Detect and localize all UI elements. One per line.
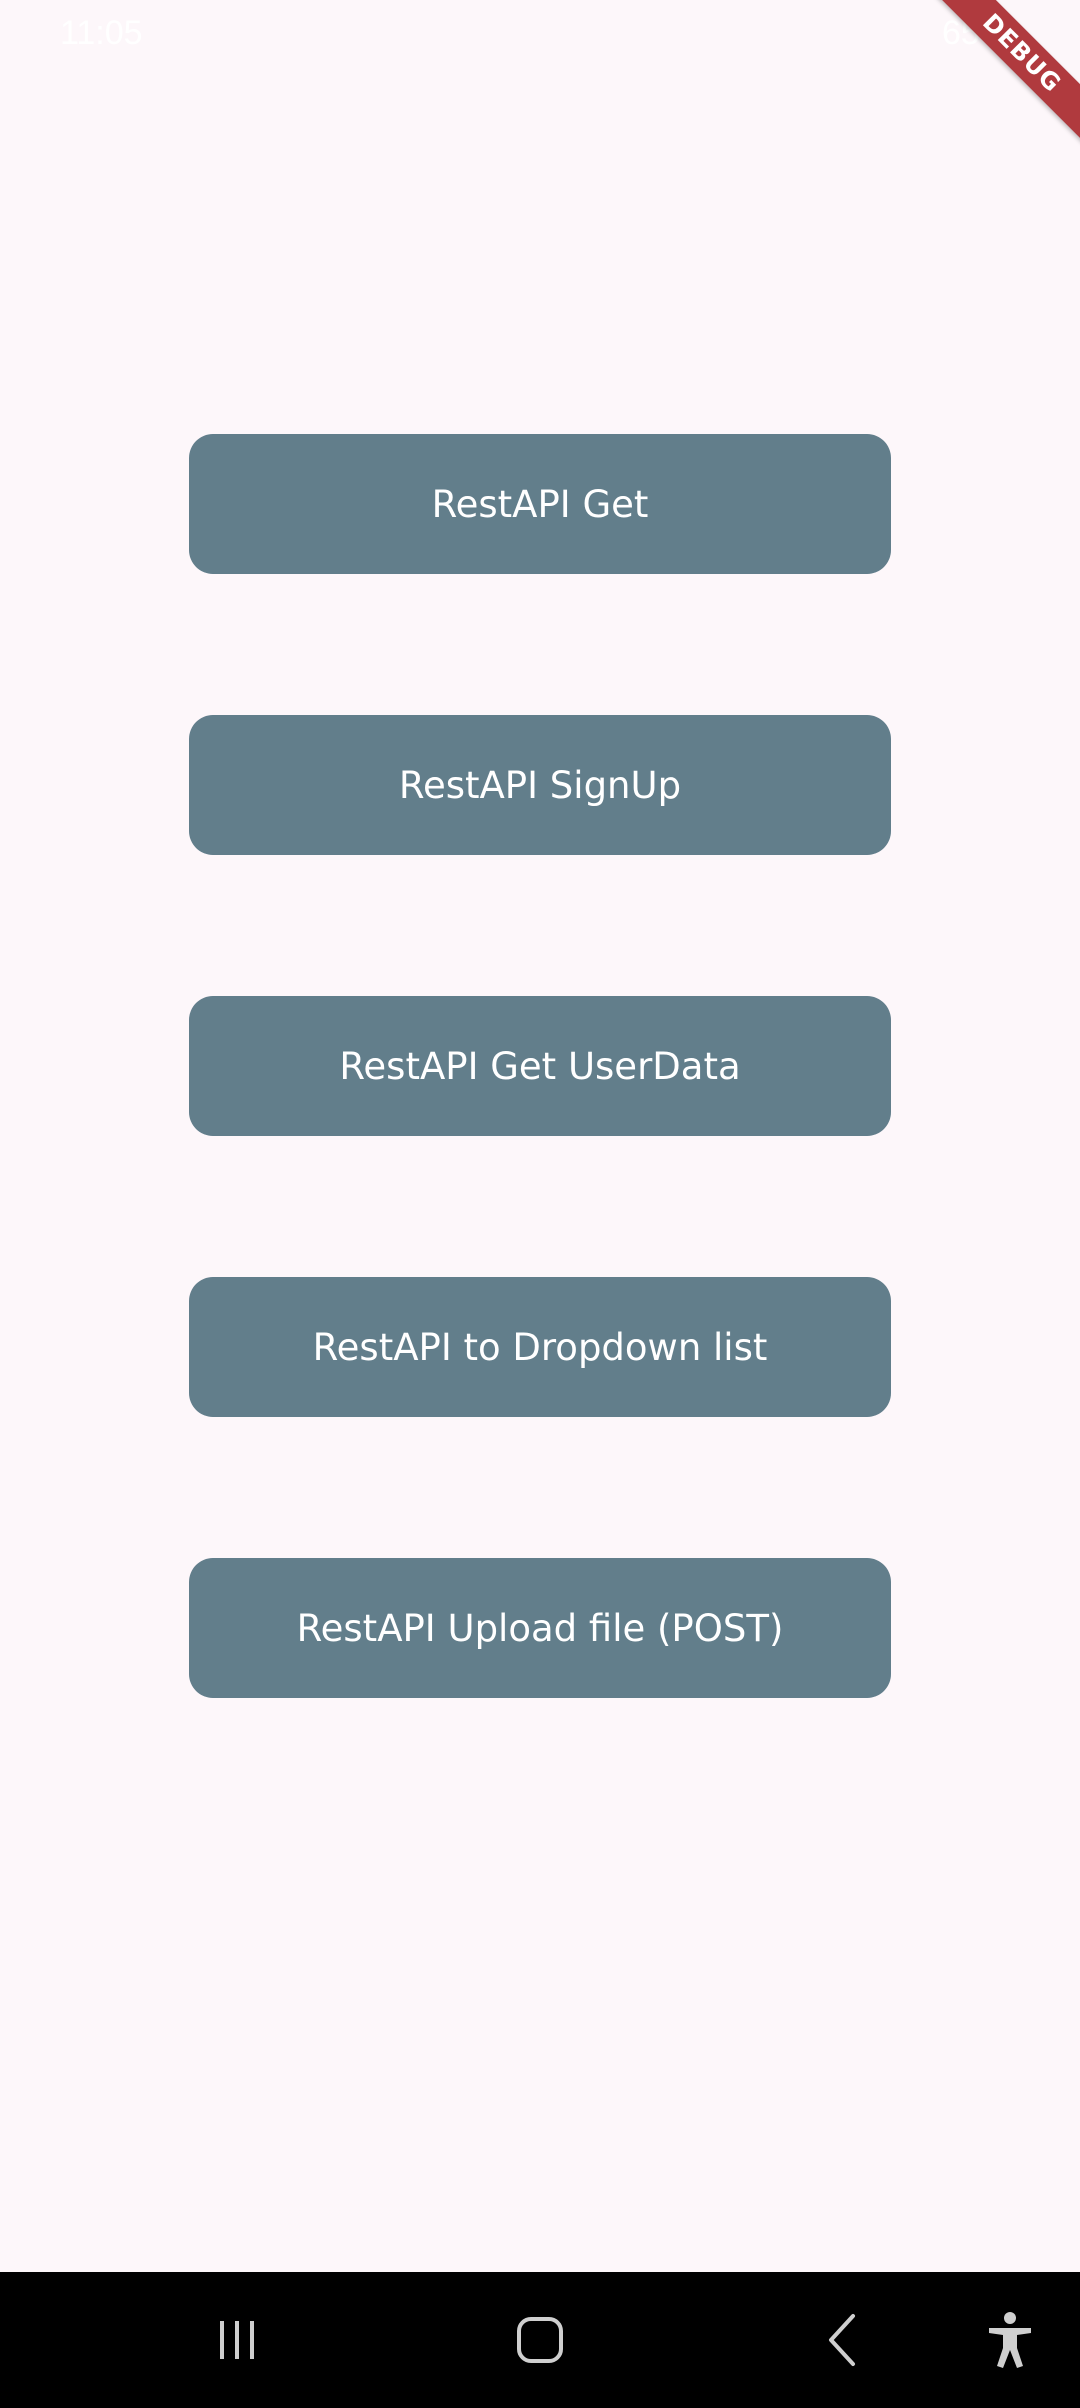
restapi-signup-button[interactable]: RestAPI SignUp [189, 715, 891, 855]
recent-apps-button[interactable] [177, 2272, 297, 2408]
accessibility-button[interactable] [950, 2272, 1070, 2408]
main-content: RestAPI Get RestAPI SignUp RestAPI Get U… [0, 0, 1080, 2272]
restapi-upload-file-button[interactable]: RestAPI Upload file (POST) [189, 1558, 891, 1698]
back-button[interactable] [783, 2272, 903, 2408]
back-icon [829, 2314, 855, 2366]
restapi-get-button[interactable]: RestAPI Get [189, 434, 891, 574]
system-nav-bar [0, 2272, 1080, 2408]
home-icon [517, 2317, 563, 2363]
home-button[interactable] [480, 2272, 600, 2408]
recent-apps-icon [220, 2321, 254, 2359]
restapi-get-userdata-button[interactable]: RestAPI Get UserData [189, 996, 891, 1136]
accessibility-icon [989, 2312, 1031, 2368]
restapi-dropdown-list-button[interactable]: RestAPI to Dropdown list [189, 1277, 891, 1417]
